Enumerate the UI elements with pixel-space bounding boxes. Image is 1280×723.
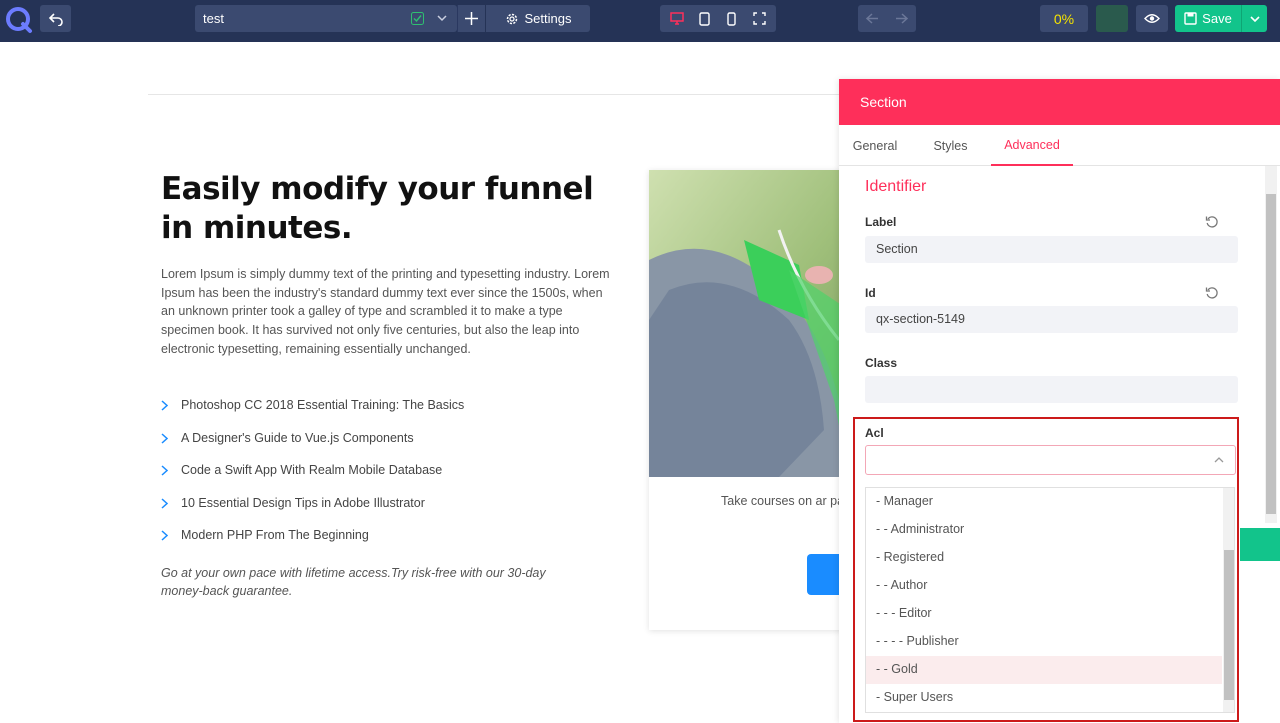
tab-styles[interactable]: Styles (922, 125, 979, 166)
panel-title: Section (860, 94, 907, 110)
save-label: Save (1202, 11, 1232, 26)
top-toolbar: test Settings 0% Save (0, 0, 1280, 42)
chevron-right-icon (161, 496, 181, 509)
id-field-label: Id (865, 286, 876, 300)
save-options-button[interactable] (1241, 5, 1267, 32)
label-field-label: Label (865, 215, 897, 229)
plus-icon (465, 12, 478, 25)
acl-option[interactable]: - - - - Publisher (866, 628, 1222, 656)
guarantee-note: Go at your own pace with lifetime access… (161, 566, 546, 598)
acl-option[interactable]: - Registered (866, 544, 1222, 572)
mobile-icon[interactable] (719, 7, 745, 30)
tab-advanced[interactable]: Advanced (991, 125, 1073, 166)
arrow-right-icon[interactable] (895, 13, 908, 24)
panel-apply-button[interactable] (1240, 528, 1280, 561)
save-button[interactable]: Save (1175, 5, 1241, 32)
history-controls (858, 5, 916, 32)
list-item-text: Modern PHP From The Beginning (181, 528, 369, 542)
chevron-right-icon (161, 528, 181, 541)
chevron-down-icon[interactable] (437, 14, 447, 22)
tab-general[interactable]: General (839, 125, 911, 166)
acl-option[interactable]: - - Administrator (866, 516, 1222, 544)
reset-icon[interactable] (1205, 286, 1219, 300)
progress-indicator: 0% (1040, 5, 1088, 32)
class-input[interactable] (865, 376, 1238, 403)
chevron-right-icon (161, 398, 181, 411)
page-name: test (203, 11, 224, 26)
course-list: Photoshop CC 2018 Essential Training: Th… (161, 398, 621, 561)
list-item: Code a Swift App With Realm Mobile Datab… (161, 463, 621, 496)
panel-scrollbar-thumb[interactable] (1266, 194, 1276, 514)
acl-option-highlighted[interactable]: - - Gold (866, 656, 1222, 684)
arrow-left-icon[interactable] (866, 13, 879, 24)
add-page-button[interactable] (457, 5, 485, 32)
floppy-icon (1184, 12, 1197, 25)
eye-icon (1144, 13, 1160, 24)
dropdown-scrollbar-thumb[interactable] (1224, 550, 1234, 700)
device-switcher (660, 5, 776, 32)
check-icon[interactable] (411, 12, 424, 25)
undo-icon (48, 12, 64, 26)
class-field-label: Class (865, 356, 898, 370)
list-item-text: Photoshop CC 2018 Essential Training: Th… (181, 398, 465, 412)
id-input[interactable]: qx-section-5149 (865, 306, 1238, 333)
settings-button[interactable]: Settings (486, 5, 590, 32)
preview-button[interactable] (1136, 5, 1168, 32)
tablet-icon[interactable] (691, 7, 717, 30)
reset-icon[interactable] (1205, 215, 1219, 229)
acl-option[interactable]: - Manager (866, 488, 1222, 516)
list-item: 10 Essential Design Tips in Adobe Illust… (161, 496, 621, 529)
acl-option[interactable]: - - Author (866, 572, 1222, 600)
chevron-up-icon (1214, 457, 1224, 463)
gear-icon (505, 12, 519, 26)
chevron-down-icon (1249, 15, 1260, 23)
progress-value: 0% (1053, 10, 1075, 27)
acl-option[interactable]: - Super Users (866, 684, 1222, 712)
list-item: Photoshop CC 2018 Essential Training: Th… (161, 398, 621, 431)
desktop-icon[interactable] (664, 7, 690, 30)
page-headline: Easily modify your funnel in minutes. (161, 171, 594, 246)
settings-label: Settings (524, 11, 572, 26)
list-item: Modern PHP From The Beginning (161, 528, 621, 561)
list-item: A Designer's Guide to Vue.js Components (161, 431, 621, 464)
divider (148, 94, 848, 95)
list-item-text: 10 Essential Design Tips in Adobe Illust… (181, 495, 425, 510)
acl-select[interactable] (865, 445, 1236, 475)
intro-paragraph: Lorem Ipsum is simply dummy text of the … (161, 267, 610, 356)
identifier-heading: Identifier (865, 178, 927, 195)
acl-option[interactable]: - - - Editor (866, 600, 1222, 628)
label-input[interactable]: Section (865, 236, 1238, 263)
panel-tabs: General Styles Advanced (839, 125, 1280, 166)
page-select[interactable]: test (195, 5, 457, 32)
fullscreen-icon[interactable] (746, 7, 772, 30)
acl-field-label: Acl (865, 426, 884, 440)
chevron-right-icon (161, 463, 181, 476)
panel-header: Section (839, 79, 1280, 125)
acl-dropdown-list: - Manager - - Administrator - Registered… (865, 487, 1235, 713)
list-item-text: Code a Swift App With Realm Mobile Datab… (181, 463, 443, 477)
undo-button[interactable] (40, 5, 71, 32)
list-item-text: A Designer's Guide to Vue.js Components (181, 430, 414, 445)
chevron-right-icon (161, 431, 181, 444)
logo-q-icon[interactable] (4, 5, 34, 35)
status-indicator[interactable] (1096, 5, 1128, 32)
